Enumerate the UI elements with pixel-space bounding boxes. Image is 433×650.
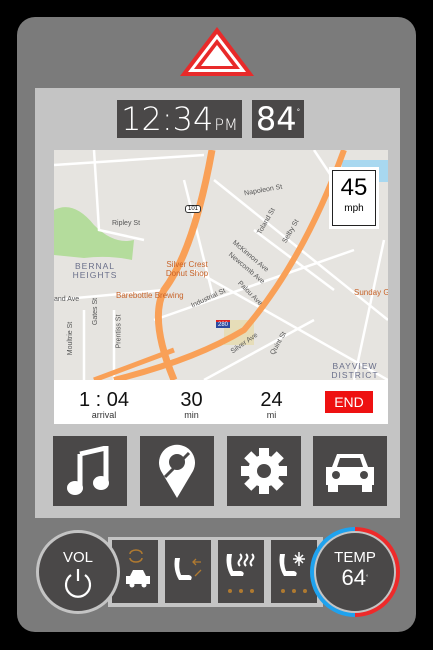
temperature-label: TEMP bbox=[334, 549, 376, 566]
neighborhood-label: BERNAL HEIGHTS bbox=[72, 261, 118, 280]
speed-limit-unit: mph bbox=[344, 203, 364, 214]
climate-controls-strip bbox=[108, 537, 323, 607]
poi-label[interactable]: Barebottle Brewing bbox=[116, 291, 184, 300]
music-app-button[interactable] bbox=[53, 436, 127, 506]
trip-distance: 24 mi bbox=[260, 389, 283, 420]
clock-ampm: PM bbox=[214, 114, 238, 134]
arrival-time: 1 : 04 arrival bbox=[78, 389, 130, 420]
hazard-button[interactable] bbox=[178, 25, 256, 77]
street-label: Moultrie St bbox=[67, 321, 75, 356]
temperature-setting: 64° bbox=[341, 565, 369, 590]
poi-label[interactable]: Sunday Ga bbox=[354, 288, 388, 297]
music-note-icon bbox=[67, 446, 109, 495]
volume-label: VOL bbox=[62, 549, 93, 566]
seat-position-button[interactable] bbox=[165, 540, 211, 603]
end-navigation-button[interactable]: END bbox=[325, 391, 373, 413]
gear-icon bbox=[241, 448, 287, 494]
hazard-icon bbox=[180, 27, 254, 76]
vehicle-app-button[interactable] bbox=[313, 436, 387, 506]
power-icon bbox=[64, 569, 92, 598]
neighborhood-label: BAYVIEW DISTRICT bbox=[331, 361, 379, 380]
temperature-dial[interactable]: TEMP 64° bbox=[310, 527, 400, 617]
highway-shield: 101 bbox=[185, 205, 202, 213]
seat-heat-button[interactable] bbox=[218, 540, 264, 603]
trip-duration: 30 min bbox=[180, 389, 203, 420]
volume-knob[interactable]: VOL bbox=[36, 530, 120, 614]
street-label: Prentiss St bbox=[115, 314, 123, 349]
outside-temp-value: 84 bbox=[255, 100, 297, 138]
speed-limit-sign: 45 mph bbox=[329, 167, 379, 229]
street-label: and Ave bbox=[54, 296, 80, 303]
degree-symbol: ° bbox=[296, 108, 301, 116]
outside-temperature: 84 ° bbox=[252, 100, 304, 138]
street-label: Gates St bbox=[92, 297, 100, 326]
trip-info-bar: 1 : 04 arrival 30 min 24 mi END bbox=[54, 380, 388, 424]
settings-app-button[interactable] bbox=[227, 436, 301, 506]
poi-label[interactable]: Silver Crest Donut Shop bbox=[162, 260, 212, 278]
map-pin-icon bbox=[159, 444, 195, 498]
main-screen: 12:34 PM 84 ° Napoleon St Toland St Selby … bbox=[35, 88, 400, 518]
clock: 12:34 PM bbox=[117, 100, 242, 138]
seat-adjust-icon bbox=[174, 558, 202, 580]
seat-heater-icon bbox=[226, 553, 255, 593]
speed-limit-value: 45 bbox=[340, 174, 368, 201]
navigation-map[interactable]: Napoleon St Toland St Selby St McKinnon … bbox=[54, 150, 388, 380]
street-label: Ripley St bbox=[112, 220, 141, 227]
clock-time: 12:34 bbox=[121, 100, 214, 138]
car-icon bbox=[326, 454, 374, 492]
interstate-shield: 280 bbox=[216, 320, 231, 328]
navigation-app-button[interactable] bbox=[140, 436, 214, 506]
